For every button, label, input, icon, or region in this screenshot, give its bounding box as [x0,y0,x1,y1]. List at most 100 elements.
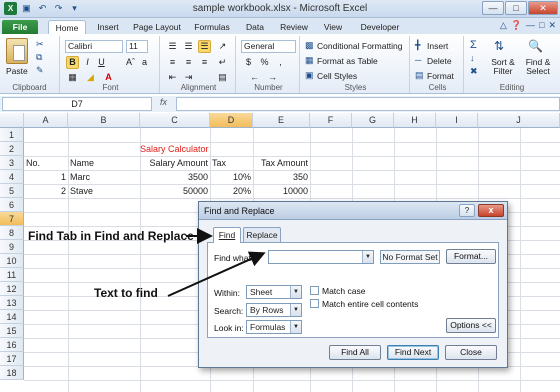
conditional-formatting-button[interactable]: Conditional Formatting [317,41,403,51]
row-header[interactable]: 18 [0,366,24,380]
currency-button[interactable]: $ [242,56,255,69]
data-cell-no[interactable]: 2 [24,184,66,198]
find-what-input[interactable]: ▼ [268,250,374,264]
data-cell-name[interactable]: Marc [70,170,90,184]
delete-cells-icon[interactable]: ─ [415,55,421,65]
row-header[interactable]: 1 [0,128,24,142]
chevron-down-icon[interactable]: ▼ [290,286,301,298]
paste-button-label[interactable]: Paste [6,66,28,76]
dialog-close-icon[interactable]: x [478,204,504,217]
row-header[interactable]: 7 [0,212,24,226]
header-cell-tax-amount[interactable]: Tax Amount [253,156,308,170]
chevron-down-icon[interactable]: ▼ [362,251,373,263]
row-header[interactable]: 17 [0,352,24,366]
row-header[interactable]: 2 [0,142,24,156]
row-header[interactable]: 13 [0,296,24,310]
find-select-icon[interactable]: 🔍 [528,39,543,53]
tab-developer[interactable]: Developer [355,20,405,34]
tab-view[interactable]: View [318,20,348,34]
column-header-e[interactable]: E [253,113,310,128]
fill-icon[interactable]: ↓ [470,53,475,63]
underline-button[interactable]: U [95,56,108,69]
paste-icon[interactable] [6,38,28,64]
format-button[interactable]: Format... [446,249,496,264]
column-header-g[interactable]: G [352,113,394,128]
format-cells-icon[interactable]: ▤ [415,70,424,81]
name-box[interactable]: D7 [2,97,152,111]
copy-icon[interactable]: ⧉ [36,52,42,63]
italic-button[interactable]: I [81,56,94,69]
search-select[interactable]: By Rows ▼ [246,303,302,317]
tab-insert[interactable]: Insert [90,20,126,34]
dialog-title-bar[interactable]: Find and Replace ? x [199,202,507,220]
column-header-c[interactable]: C [140,113,210,128]
autosum-icon[interactable]: Σ [470,39,477,51]
shrink-font-icon[interactable]: a [138,56,151,69]
minimize-button[interactable]: — [482,1,504,15]
insert-cells-icon[interactable]: ╋ [415,40,420,51]
sort-filter-button[interactable]: Sort & Filter [488,58,518,76]
minimize-ribbon-icon[interactable]: △ [500,20,507,31]
clear-icon[interactable]: ✖ [470,66,478,77]
data-cell-tax[interactable]: 20% [210,184,251,198]
header-cell-salary[interactable]: Salary Amount [140,156,208,170]
select-all-corner[interactable] [0,113,24,128]
insert-function-icon[interactable]: fx [160,97,167,107]
row-header[interactable]: 5 [0,184,24,198]
row-header[interactable]: 4 [0,170,24,184]
look-in-select[interactable]: Formulas ▼ [246,320,302,334]
comma-style-icon[interactable]: , [274,56,287,69]
format-as-table-icon[interactable]: ▦ [305,55,314,66]
header-cell-no[interactable]: No. [26,156,40,170]
cell-styles-icon[interactable]: ▣ [305,70,314,81]
match-case-checkbox[interactable] [310,286,319,295]
workbook-minimize-icon[interactable]: — [526,20,535,31]
match-entire-cell-checkbox[interactable] [310,299,319,308]
column-header-a[interactable]: A [24,113,68,128]
tab-data[interactable]: Data [240,20,270,34]
bold-button[interactable]: B [66,56,79,69]
tab-formulas[interactable]: Formulas [190,20,234,34]
find-select-button[interactable]: Find & Select [521,58,555,76]
row-header[interactable]: 14 [0,310,24,324]
row-header[interactable]: 8 [0,226,24,240]
align-middle-icon[interactable]: ☰ [182,40,195,53]
dialog-help-button[interactable]: ? [459,204,475,217]
column-header-h[interactable]: H [394,113,436,128]
sort-filter-icon[interactable]: ⇅ [494,39,504,53]
column-header-b[interactable]: B [68,113,140,128]
row-header[interactable]: 9 [0,240,24,254]
chevron-down-icon[interactable]: ▼ [290,321,301,333]
data-cell-tax[interactable]: 10% [210,170,251,184]
column-header-i[interactable]: I [436,113,478,128]
format-painter-icon[interactable]: ✎ [36,65,44,76]
tab-review[interactable]: Review [276,20,312,34]
grow-font-icon[interactable]: Aˆ [124,56,137,69]
delete-cells-button[interactable]: Delete [427,56,452,66]
header-cell-tax[interactable]: Tax [212,156,226,170]
font-size-box[interactable]: 11 [126,40,148,53]
align-top-icon[interactable]: ☰ [166,40,179,53]
format-cells-button[interactable]: Format [427,71,454,81]
insert-cells-button[interactable]: Insert [427,41,448,51]
orientation-icon[interactable]: ↗ [216,40,229,53]
data-cell-salary[interactable]: 50000 [140,184,208,198]
workbook-close-icon[interactable]: ✕ [548,20,556,31]
align-right-icon[interactable]: ≡ [198,56,211,69]
tab-find[interactable]: Find [213,227,241,243]
close-button[interactable]: Close [445,345,497,360]
tab-file[interactable]: File [2,20,38,34]
percent-button[interactable]: % [258,56,271,69]
sheet-title-cell[interactable]: Salary Calculator [140,142,209,156]
row-header[interactable]: 6 [0,198,24,212]
number-format-box[interactable]: General [241,40,296,53]
formula-input[interactable] [176,97,560,111]
cut-icon[interactable]: ✂ [36,39,44,50]
find-all-button[interactable]: Find All [329,345,381,360]
data-cell-tax-amount[interactable]: 10000 [253,184,308,198]
data-cell-salary[interactable]: 3500 [140,170,208,184]
chevron-down-icon[interactable]: ▼ [290,304,301,316]
row-header[interactable]: 15 [0,324,24,338]
help-icon[interactable]: ❓ [511,20,522,31]
workbook-restore-icon[interactable]: □ [539,20,544,31]
